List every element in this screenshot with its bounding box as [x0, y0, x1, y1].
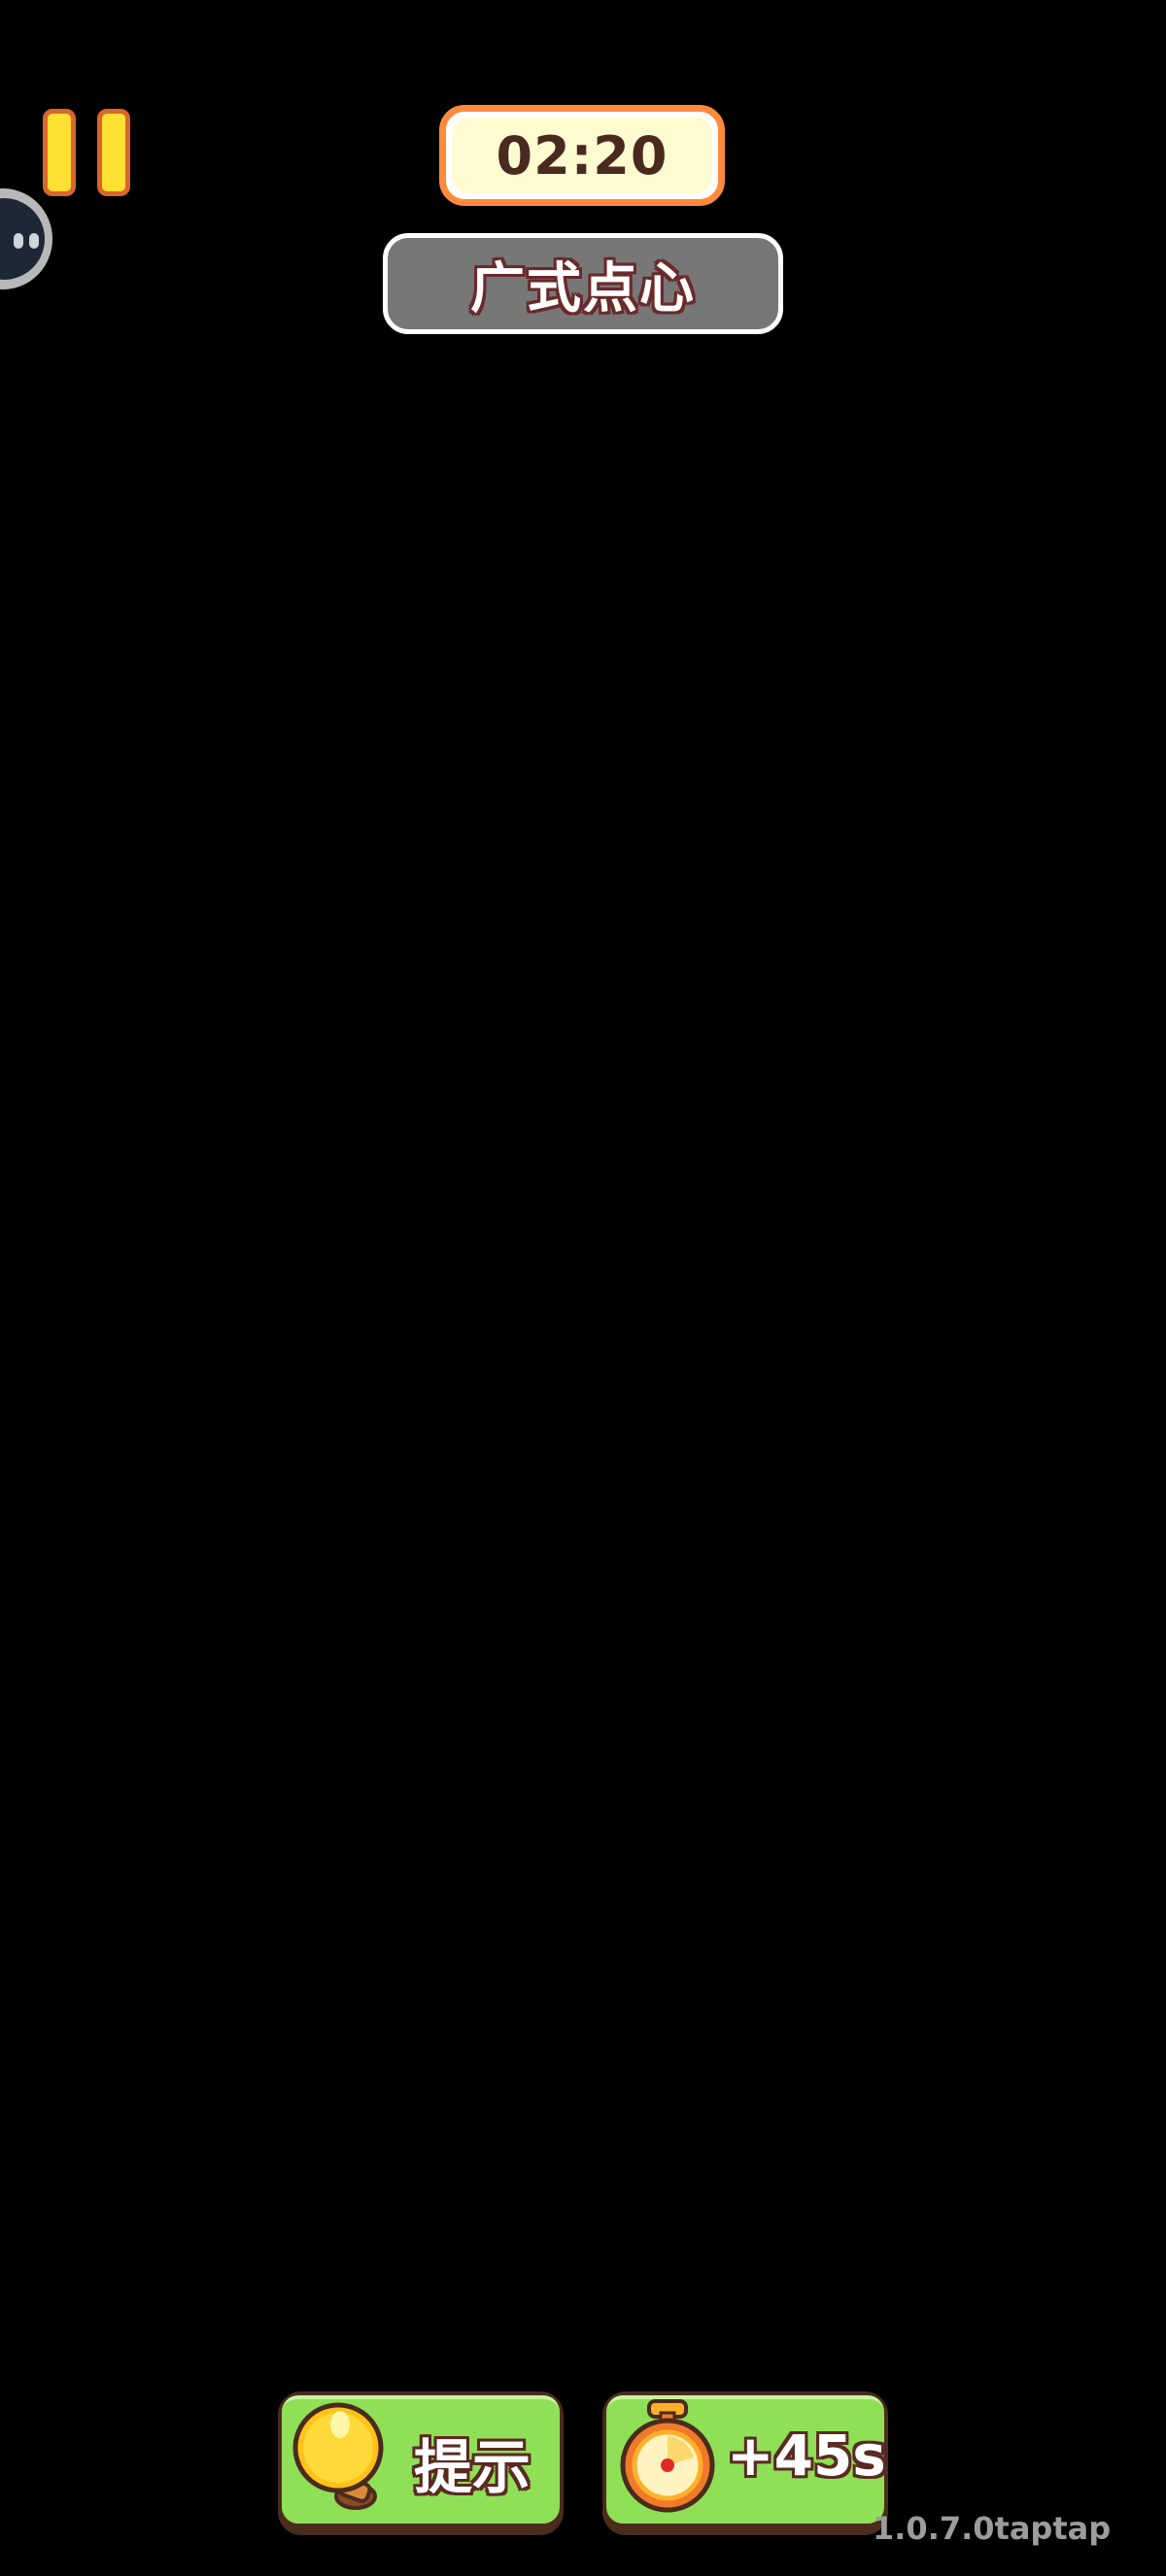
pause-icon-bar — [97, 109, 130, 196]
add-time-button[interactable]: +45s — [602, 2391, 888, 2535]
assistive-eye-right — [29, 233, 39, 249]
assistive-touch-button[interactable] — [0, 188, 52, 289]
assistive-touch-icon — [0, 198, 45, 280]
add-time-button-label: +45s — [727, 2423, 886, 2489]
hint-button-label: 提示 — [414, 2434, 531, 2502]
level-title: 广式点心 — [470, 256, 696, 321]
pause-icon — [43, 109, 76, 196]
pause-button[interactable] — [39, 109, 136, 198]
lightbulb-icon — [292, 2402, 384, 2510]
level-title-banner: 广式点心 — [383, 233, 783, 334]
assistive-eye-left — [14, 233, 23, 249]
countdown-timer: 02:20 — [439, 105, 725, 206]
hint-button[interactable]: 提示 — [278, 2391, 564, 2535]
version-label: 1.0.7.0taptap — [873, 2510, 1112, 2547]
stopwatch-icon — [620, 2399, 715, 2513]
timer-text: 02:20 — [496, 124, 669, 186]
